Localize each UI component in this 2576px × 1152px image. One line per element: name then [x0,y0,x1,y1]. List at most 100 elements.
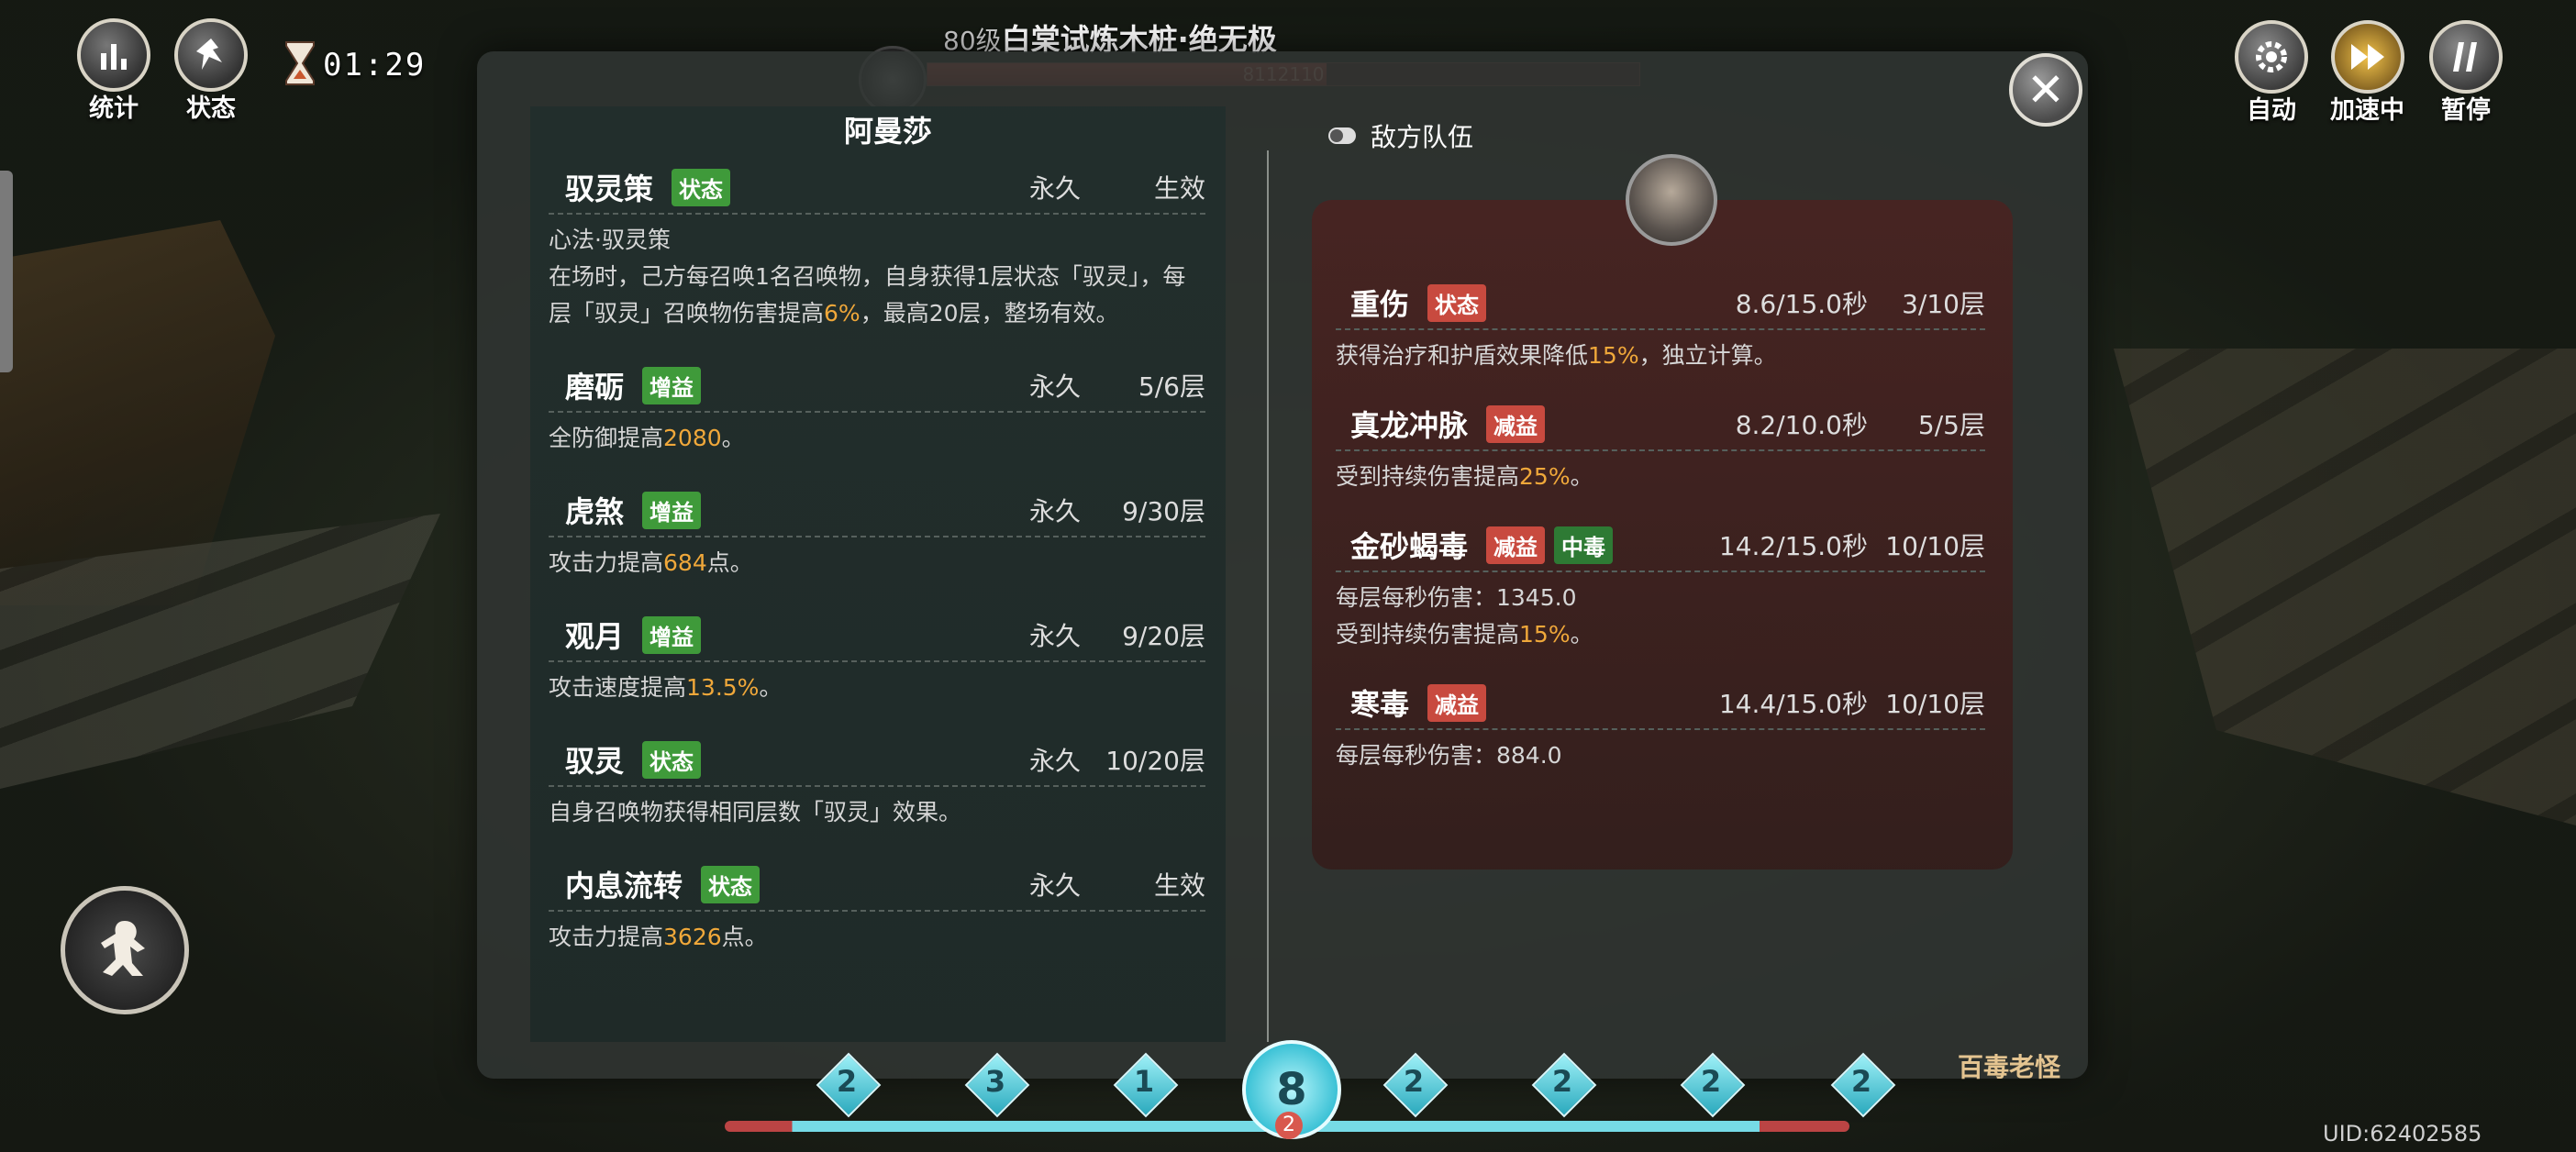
effect-text: 。 [721,425,745,451]
enemy-team-header[interactable]: 敌方队伍 [1328,117,1473,154]
debuff-type-badge: 减益 [1427,683,1487,722]
effect-description: 受到持续伤害提高25%。 [1336,459,1985,495]
pause-label: 暂停 [2441,96,2491,125]
debuff-duration: 14.2/15.0秒 [1718,531,1868,561]
bar-chart-icon [77,18,150,92]
gear-icon [2235,20,2308,94]
center-energy-value: 8 [1276,1064,1307,1115]
buff-stack: 9/20层 [1122,621,1205,651]
debuff-stack: 10/10层 [1885,689,1985,719]
effect-text: 受到持续伤害提高 [1336,621,1520,648]
effect-text: 攻击速度提高 [549,674,687,701]
buff-item[interactable]: 虎煞 增益 永久 9/30层 攻击力提高684点。 [549,484,1205,582]
stats-button[interactable]: 统计 [77,18,150,124]
effect-value: 25% [1519,463,1571,490]
effect-value: 6% [824,300,861,327]
close-button[interactable]: ✕ [2009,53,2082,127]
effect-value: 13.5% [686,674,760,701]
debuff-stack: 10/10层 [1885,531,1985,561]
hourglass-icon [283,40,317,90]
speed-label: 加速中 [2330,96,2404,125]
debuff-header: 重伤 状态 8.6/15.0秒 3/10层 [1336,277,1985,330]
debuff-item[interactable]: 寒毒 减益 14.4/15.0秒 10/10层 每层每秒伤害：884.0 [1336,677,1985,774]
buff-item[interactable]: 内息流转 状态 永久 生效 攻击力提高3626点。 [549,858,1205,956]
effect-value: 2080 [663,425,722,451]
debuff-duration: 14.4/15.0秒 [1718,689,1868,719]
buff-duration: 永久 [1028,870,1081,901]
panel-divider [1267,150,1269,1042]
buff-duration: 永久 [1028,621,1081,651]
buff-stack: 5/6层 [1138,371,1205,402]
enemy-debuff-list[interactable]: 重伤 状态 8.6/15.0秒 3/10层 获得治疗和护盾效果降低15%，独立计算。 真龙… [1336,277,1985,798]
buff-duration: 永久 [1028,371,1081,402]
debuff-item[interactable]: 真龙冲脉 减益 8.2/10.0秒 5/5层受到持续伤害提高25%。 [1336,398,1985,495]
debuff-name: 寒毒 [1350,687,1410,722]
side-drawer-tab[interactable] [0,171,13,372]
effect-text: 自身召唤物获得相同层数「驭灵」效果。 [549,799,962,825]
effect-value: 15% [1588,342,1639,369]
status-figure-icon [174,18,248,92]
stats-label: 统计 [89,94,139,123]
debuff-item[interactable]: 重伤 状态 8.6/15.0秒 3/10层 获得治疗和护盾效果降低15%，独立计算。 [1336,277,1985,374]
effect-text: 点。 [706,549,753,576]
debuff-name: 重伤 [1350,287,1410,322]
effect-description: 心法·驭灵策 在场时，己方每召唤1名召唤物，自身获得1层状态「驭灵」，每层「驭灵」… [549,222,1205,332]
debuff-header: 金砂蝎毒 减益 中毒 14.2/15.0秒 10/10层 [1336,519,1985,572]
energy-gem-value: 1 [1133,1064,1155,1099]
buff-type-badge: 增益 [642,366,702,404]
debuff-duration: 8.6/15.0秒 [1735,289,1868,319]
buff-item[interactable]: 驭灵策 状态 永久 生效 心法·驭灵策 在场时，己方每召唤1名召唤物，自身获得1层状态「驭… [549,161,1205,332]
effect-description: 攻击力提高684点。 [549,545,1205,582]
status-label: 状态 [186,94,236,123]
effect-text: 点。 [721,924,768,950]
energy-gem-value: 2 [1700,1064,1722,1099]
buff-type-badge: 增益 [642,491,702,529]
buff-item[interactable]: 观月 增益 永久 9/20层 攻击速度提高13.5%。 [549,609,1205,706]
auto-label: 自动 [2247,96,2296,125]
buff-type-badge: 增益 [642,615,702,654]
speed-button[interactable]: 加速中 [2330,20,2404,126]
debuff-header: 真龙冲脉 减益 8.2/10.0秒 5/5层 [1336,398,1985,451]
ally-buff-list[interactable]: 驭灵策 状态 永久 生效 心法·驭灵策 在场时，己方每召唤1名召唤物，自身获得1层状态「驭… [549,161,1205,983]
background-house [0,220,275,605]
pause-button[interactable]: 暂停 [2429,20,2503,126]
debuff-duration: 8.2/10.0秒 [1735,410,1868,440]
buff-item[interactable]: 驭灵 状态 永久 10/20层 自身召唤物获得相同层数「驭灵」效果。 [549,734,1205,831]
effect-text: 。 [1570,621,1593,648]
debuff-type-badge: 减益 [1486,526,1546,564]
enemy-toggle[interactable] [1328,127,1356,144]
effect-text: 每层每秒伤害：1345.0 [1336,584,1577,611]
buff-header: 内息流转 状态 永久 生效 [549,858,1205,912]
enemy-portrait[interactable] [1626,154,1717,246]
buff-type-badge: 状态 [701,865,761,903]
auto-button[interactable]: 自动 [2235,20,2308,126]
close-icon: ✕ [2026,63,2065,116]
effect-description: 攻击速度提高13.5%。 [549,670,1205,706]
center-sub-counter: 2 [1275,1112,1303,1139]
buff-duration: 永久 [1028,746,1081,776]
debuff-type-badge: 中毒 [1554,526,1614,564]
buff-stack: 9/30层 [1122,496,1205,526]
buff-name: 内息流转 [565,869,683,903]
buff-name: 驭灵策 [565,172,654,206]
debuff-type-badge: 状态 [1427,283,1487,322]
ultimate-skill-button[interactable] [61,886,189,1014]
status-button[interactable]: 状态 [174,18,248,124]
effect-text: 全防御提高 [549,425,664,451]
energy-gem-value: 2 [1551,1064,1573,1099]
buff-header: 观月 增益 永久 9/20层 [549,609,1205,662]
effect-text: 心法·驭灵策 [549,227,671,253]
effect-text: 攻击力提高 [549,924,664,950]
debuff-item[interactable]: 金砂蝎毒 减益 中毒 14.2/15.0秒 10/10层 每层每秒伤害：1345.0 受到持… [1336,519,1985,653]
buff-type-badge: 状态 [672,168,731,206]
effect-description: 获得治疗和护盾效果降低15%，独立计算。 [1336,338,1985,374]
energy-gem-value: 2 [1403,1064,1425,1099]
effect-text: 。 [1570,463,1593,490]
fast-forward-icon [2330,20,2404,94]
buff-type-badge: 状态 [642,740,702,779]
buff-duration: 永久 [1028,496,1081,526]
debuff-name: 真龙冲脉 [1350,408,1469,443]
buff-item[interactable]: 磨砺 增益 永久 5/6层 全防御提高2080。 [549,360,1205,457]
buff-header: 虎煞 增益 永久 9/30层 [549,484,1205,537]
effect-description: 攻击力提高3626点。 [549,919,1205,956]
